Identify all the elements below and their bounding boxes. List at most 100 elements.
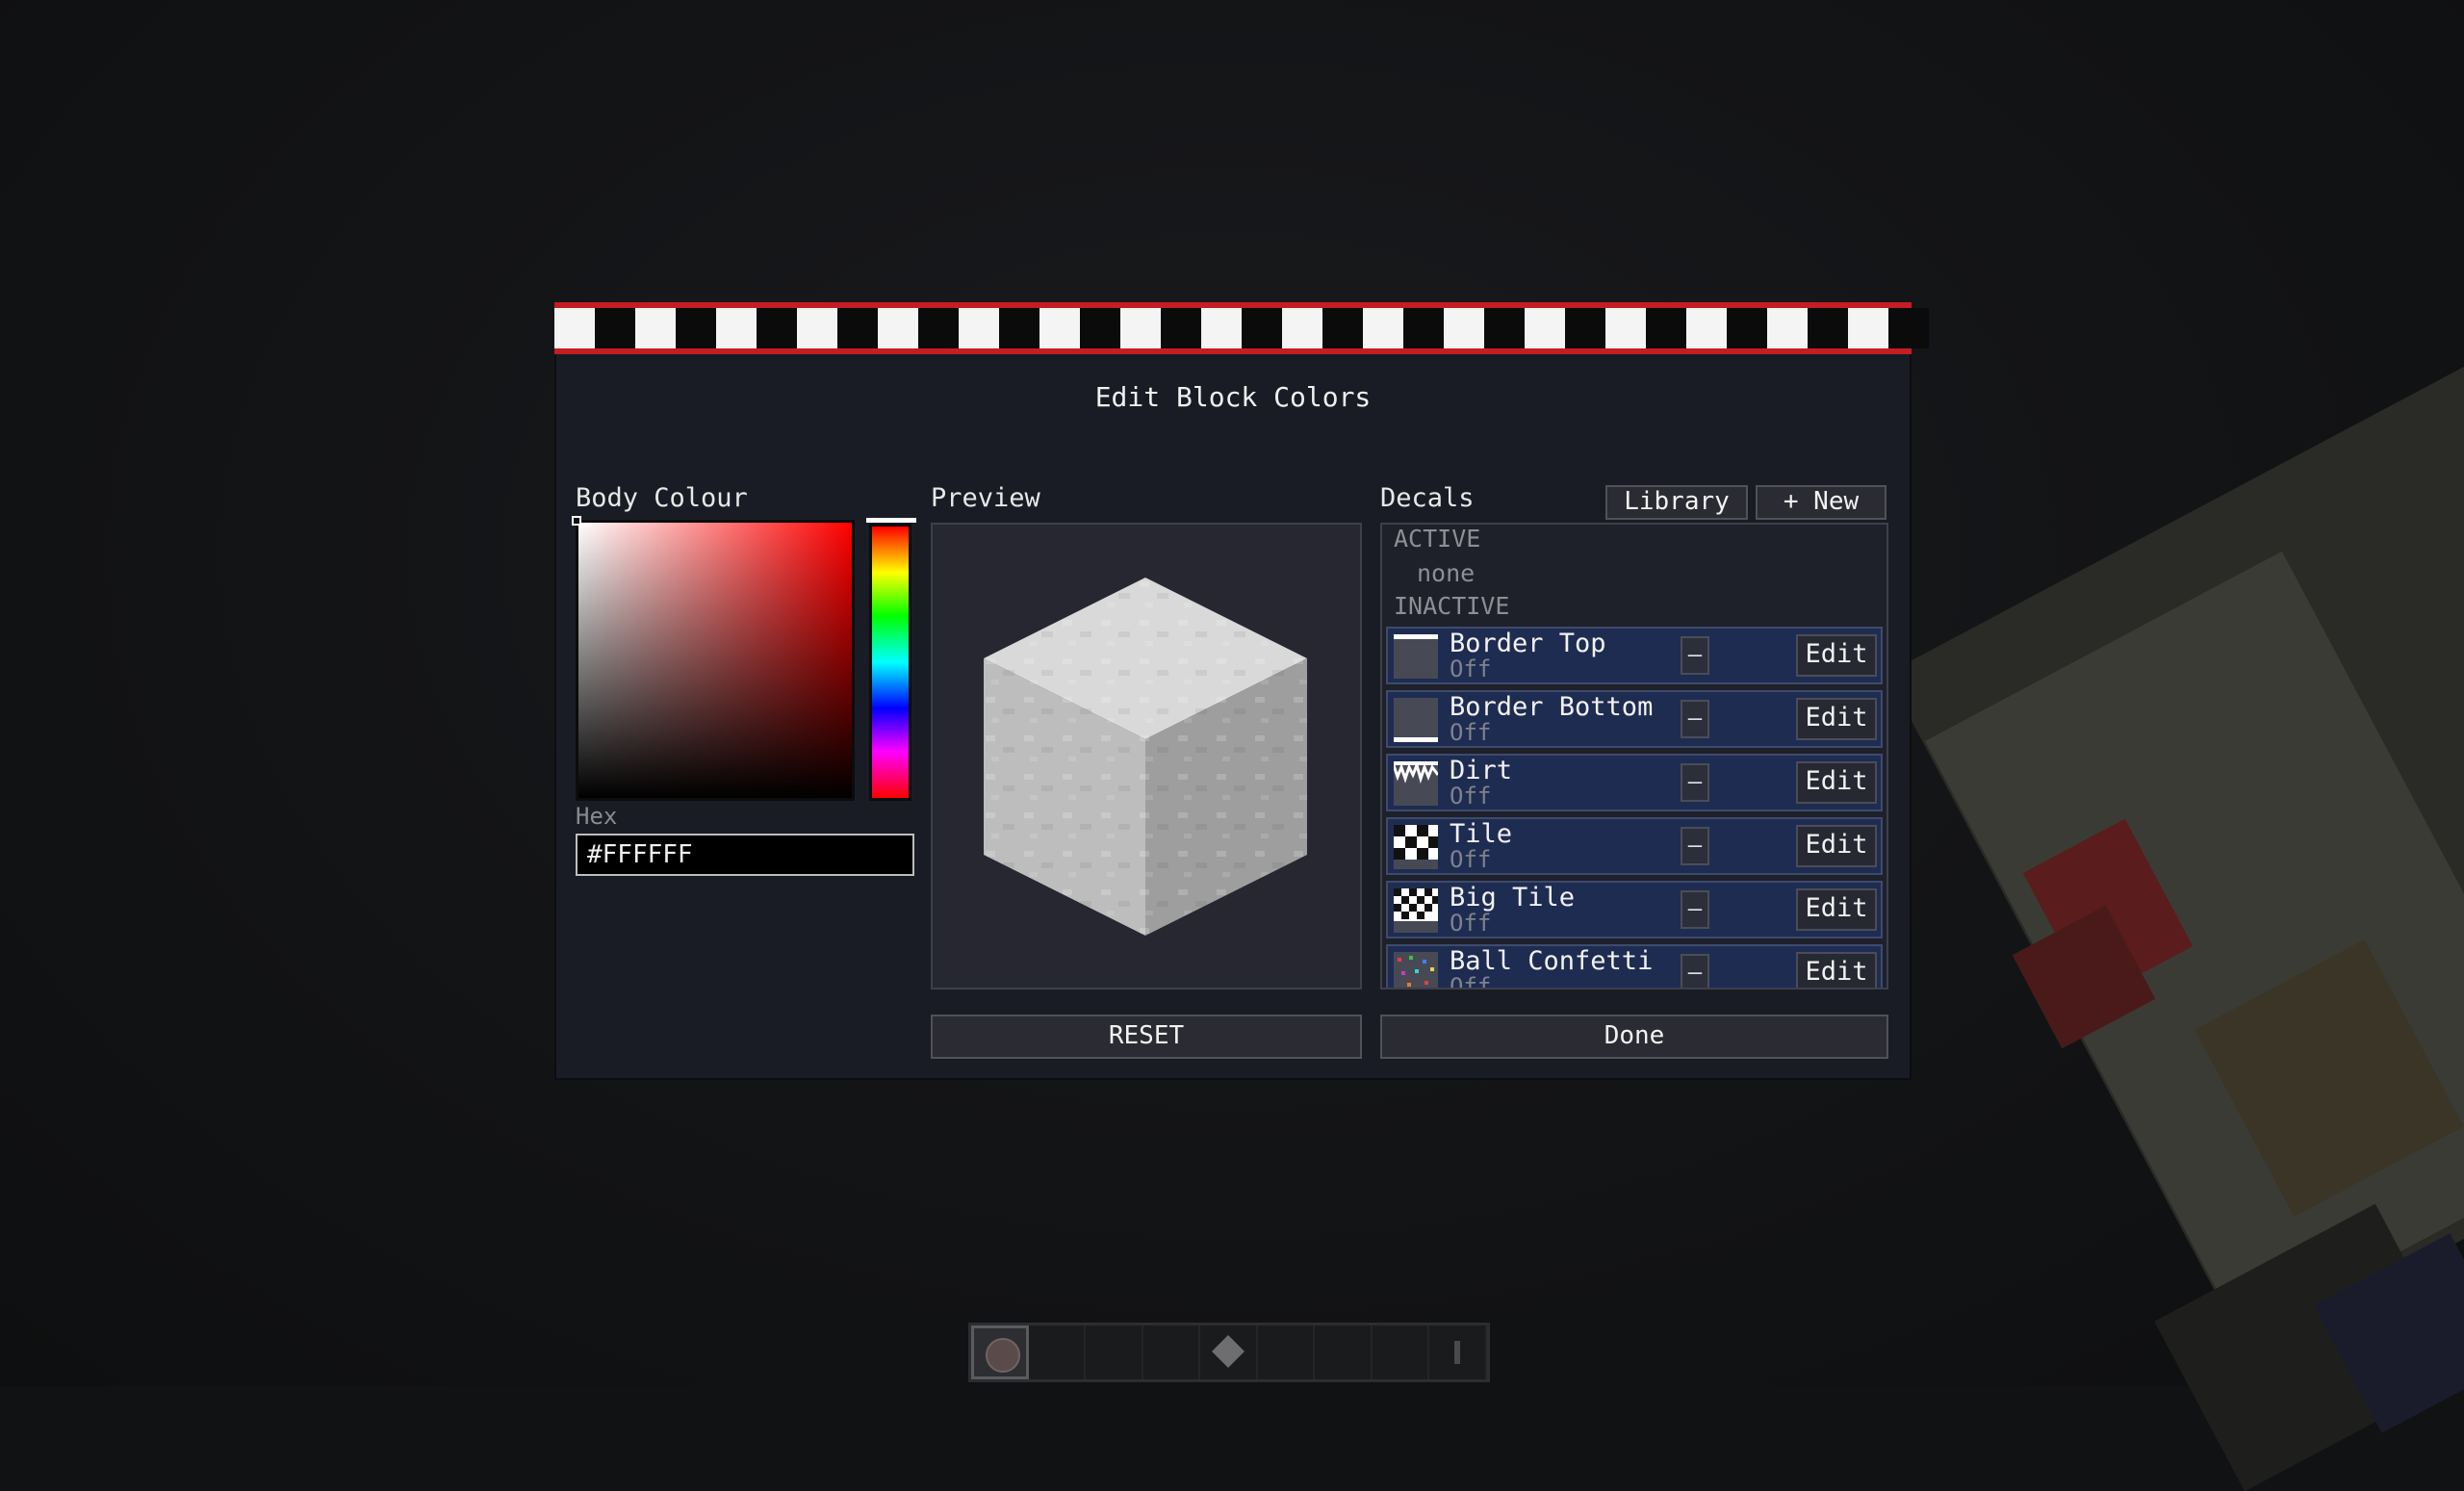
checker-square — [757, 308, 797, 348]
decal-row[interactable]: Dirt Off – Edit — [1386, 754, 1883, 811]
tile-thumb-icon — [1394, 825, 1438, 869]
border-top-thumb-icon — [1394, 634, 1438, 679]
checker-square — [1242, 308, 1282, 348]
remove-decal-button[interactable]: – — [1681, 954, 1709, 988]
checker-square — [1525, 308, 1565, 348]
decal-row[interactable]: Tile Off – Edit — [1386, 817, 1883, 875]
checker-square — [1767, 308, 1808, 348]
hotbar-slot[interactable] — [1029, 1325, 1087, 1379]
decal-state: Off — [1450, 846, 1492, 873]
checker-square — [1120, 308, 1161, 348]
remove-decal-button[interactable]: – — [1681, 827, 1709, 865]
hotbar-slot[interactable] — [971, 1325, 1029, 1379]
decal-name: Dirt — [1450, 756, 1513, 785]
hotbar-slot[interactable] — [1258, 1325, 1316, 1379]
decal-row[interactable]: Border Bottom Off – Edit — [1386, 690, 1883, 748]
remove-decal-button[interactable]: – — [1681, 636, 1709, 675]
hue-slider[interactable] — [869, 524, 911, 801]
edit-decal-button[interactable]: Edit — [1796, 761, 1877, 804]
checker-square — [999, 308, 1040, 348]
checker-square — [676, 308, 716, 348]
checker-square — [1201, 308, 1242, 348]
hotbar-slot[interactable] — [1373, 1325, 1430, 1379]
edit-decal-button[interactable]: Edit — [1796, 825, 1877, 867]
checker-square — [554, 308, 595, 348]
decals-label: Decals — [1380, 483, 1475, 513]
stick-item-icon — [1454, 1341, 1461, 1364]
checker-square — [635, 308, 676, 348]
hotbar-slot[interactable] — [1315, 1325, 1373, 1379]
checker-square — [1080, 308, 1120, 348]
done-button[interactable]: Done — [1380, 1015, 1888, 1059]
checker-square — [918, 308, 959, 348]
decal-state: Off — [1450, 719, 1492, 746]
decal-name: Big Tile — [1450, 883, 1576, 913]
preview-label: Preview — [931, 483, 1040, 513]
remove-decal-button[interactable]: – — [1681, 890, 1709, 929]
checker-square — [1282, 308, 1322, 348]
hotbar-slot[interactable] — [1429, 1325, 1487, 1379]
dirt-thumb-icon — [1394, 761, 1438, 806]
hotbar-slot[interactable] — [1086, 1325, 1143, 1379]
checker-square — [716, 308, 757, 348]
big-tile-thumb-icon — [1394, 888, 1438, 933]
active-section-header: ACTIVE — [1394, 525, 1481, 553]
inactive-section-header: INACTIVE — [1394, 592, 1510, 620]
edit-decal-button[interactable]: Edit — [1796, 888, 1877, 931]
checker-square — [1808, 308, 1848, 348]
edit-decal-button[interactable]: Edit — [1796, 634, 1877, 677]
checker-square — [878, 308, 918, 348]
decal-row[interactable]: Big Tile Off – Edit — [1386, 881, 1883, 938]
decal-name: Border Bottom — [1450, 692, 1654, 722]
checker-square — [1161, 308, 1201, 348]
dialog-title: Edit Block Colors — [1094, 381, 1372, 413]
reset-button[interactable]: RESET — [931, 1015, 1362, 1059]
checker-square — [1444, 308, 1484, 348]
checker-square — [1040, 308, 1080, 348]
block-preview-cube — [984, 578, 1307, 936]
checker-square — [1686, 308, 1727, 348]
decal-name: Ball Confetti — [1450, 946, 1654, 976]
banner-red-line-bottom — [554, 348, 1912, 354]
checker-square — [797, 308, 837, 348]
edit-decal-button[interactable]: Edit — [1796, 698, 1877, 740]
remove-decal-button[interactable]: – — [1681, 763, 1709, 802]
decal-state: Off — [1450, 910, 1492, 937]
hue-slider-marker[interactable] — [866, 518, 916, 523]
hotbar — [968, 1323, 1490, 1382]
checker-square — [837, 308, 878, 348]
decals-list[interactable]: ACTIVE none INACTIVE Border Top Off – Ed… — [1380, 523, 1888, 990]
edit-decal-button[interactable]: Edit — [1796, 952, 1877, 988]
body-colour-label: Body Colour — [576, 483, 748, 513]
checker-square — [1888, 308, 1929, 348]
checkered-banner — [554, 302, 1929, 354]
decal-name: Tile — [1450, 819, 1513, 849]
library-button[interactable]: Library — [1605, 485, 1748, 520]
checker-square — [1322, 308, 1363, 348]
item-icon — [986, 1338, 1020, 1373]
decal-state: Off — [1450, 783, 1492, 810]
checker-square — [1403, 308, 1444, 348]
saturation-value-picker[interactable] — [576, 520, 855, 801]
hex-input[interactable] — [576, 834, 914, 876]
checker-square — [1848, 308, 1888, 348]
border-bottom-thumb-icon — [1394, 698, 1438, 742]
decal-row[interactable]: Border Top Off – Edit — [1386, 627, 1883, 684]
hotbar-slot[interactable] — [1200, 1325, 1258, 1379]
checker-square — [1727, 308, 1767, 348]
checker-square — [1565, 308, 1605, 348]
checker-square — [1484, 308, 1525, 348]
ball-confetti-thumb-icon — [1394, 952, 1438, 988]
checker-square — [595, 308, 635, 348]
block-item-icon — [1212, 1335, 1245, 1368]
checker-square — [959, 308, 999, 348]
new-decal-button[interactable]: + New — [1756, 485, 1886, 520]
decal-name: Border Top — [1450, 629, 1606, 658]
decal-state: Off — [1450, 973, 1492, 990]
hotbar-slot[interactable] — [1143, 1325, 1201, 1379]
active-empty-text: none — [1417, 559, 1476, 587]
checker-square — [1363, 308, 1403, 348]
remove-decal-button[interactable]: – — [1681, 700, 1709, 738]
decal-row[interactable]: Ball Confetti Off – Edit — [1386, 944, 1883, 990]
picker-handle[interactable] — [572, 516, 581, 526]
